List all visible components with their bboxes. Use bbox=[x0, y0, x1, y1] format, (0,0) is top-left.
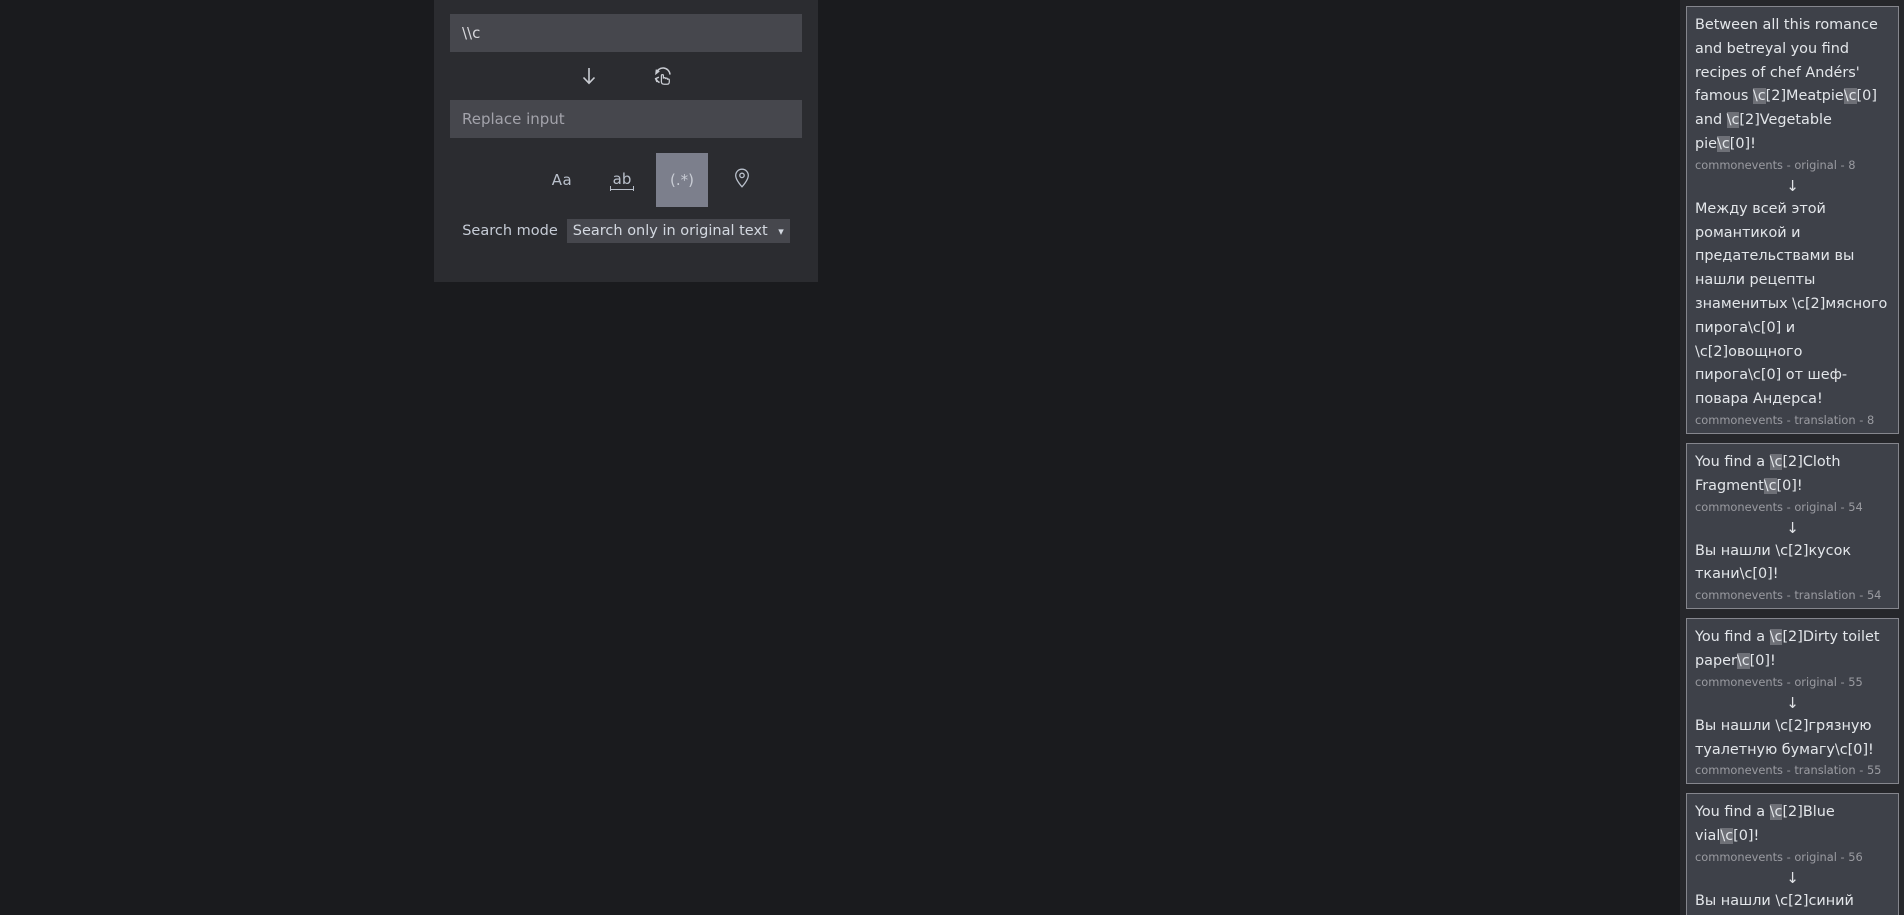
down-arrow-glyph: ↓ bbox=[1786, 868, 1799, 887]
search-replace-panel: Aa ab (.*) Search mode Search only in or… bbox=[434, 0, 818, 282]
segment-text-run: Вы нашли \c[2]кусок ткани\c[0]! bbox=[1695, 542, 1852, 583]
segment-text-run: Вы нашли \c[2]грязную туалетную бумагу\c… bbox=[1695, 717, 1874, 758]
search-match-highlight: \c bbox=[1769, 804, 1783, 821]
match-case-icon: Aa bbox=[551, 171, 573, 189]
translation-meta: commonevents - translation - 8 bbox=[1695, 412, 1875, 427]
search-mode-select-wrapper: Search only in original text ▾ bbox=[566, 219, 790, 243]
original-text[interactable]: You find a \c[2]Cloth Fragment\c[0]! bbox=[1695, 451, 1890, 499]
search-mode-select[interactable]: Search only in original text bbox=[566, 219, 790, 243]
search-location-toggle[interactable] bbox=[716, 153, 768, 207]
translation-meta: commonevents - translation - 54 bbox=[1695, 588, 1882, 603]
segment-text-run: You find a bbox=[1695, 453, 1770, 470]
segment-text-run: [0]! bbox=[1776, 477, 1803, 494]
segment-text-run: You find a bbox=[1695, 629, 1770, 646]
search-result-card[interactable]: You find a \c[2]Cloth Fragment\c[0]! comm… bbox=[1686, 442, 1899, 610]
search-match-highlight: \c bbox=[1736, 652, 1750, 669]
search-match-highlight: \c bbox=[1769, 629, 1783, 646]
regex-toggle[interactable]: (.*) bbox=[656, 153, 708, 207]
segment-text-run: [0]! bbox=[1729, 135, 1756, 152]
match-case-toggle[interactable]: Aa bbox=[536, 153, 588, 207]
original-meta: commonevents - original - 54 bbox=[1695, 499, 1863, 514]
search-mode-label: Search mode bbox=[462, 223, 558, 239]
results-scrollbar[interactable] bbox=[1899, 0, 1904, 915]
whole-word-icon: ab bbox=[609, 170, 635, 191]
translation-arrow-icon: ↓ bbox=[1695, 175, 1890, 197]
segment-text-run: [2]Meatpie bbox=[1765, 88, 1844, 105]
search-match-highlight: \c bbox=[1720, 828, 1734, 845]
translation-arrow-icon: ↓ bbox=[1695, 517, 1890, 539]
translation-text[interactable]: Вы нашли \c[2]синий флакон\c[0]! bbox=[1695, 890, 1890, 915]
search-result-card[interactable]: You find a \c[2]Dirty toilet paper\c[0]!… bbox=[1686, 618, 1899, 785]
search-options-row: Aa ab (.*) bbox=[450, 153, 802, 207]
search-result-card[interactable]: You find a \c[2]Blue vial\c[0]! commoneve… bbox=[1686, 793, 1899, 915]
search-input[interactable] bbox=[450, 14, 802, 52]
whole-word-toggle[interactable]: ab bbox=[596, 153, 648, 207]
search-match-highlight: \c bbox=[1843, 88, 1857, 105]
original-meta: commonevents - original - 8 bbox=[1695, 157, 1856, 172]
segment-text-run: You find a bbox=[1695, 804, 1770, 821]
down-arrow-glyph: ↓ bbox=[1786, 518, 1799, 537]
translation-text[interactable]: Между всей этой романтикой и предательст… bbox=[1695, 198, 1890, 412]
replace-next-button[interactable] bbox=[574, 61, 604, 91]
original-text[interactable]: Between all this romance and betreyal yo… bbox=[1695, 14, 1890, 157]
search-match-highlight: \c bbox=[1763, 477, 1777, 494]
down-arrow-icon bbox=[578, 65, 600, 87]
segment-text-run: Между всей этой романтикой и предательст… bbox=[1695, 200, 1888, 408]
segment-text-run: [0]! bbox=[1733, 828, 1760, 845]
original-text[interactable]: You find a \c[2]Dirty toilet paper\c[0]! bbox=[1695, 626, 1890, 674]
search-results-panel[interactable]: Between all this romance and betreyal yo… bbox=[1680, 0, 1904, 915]
translation-meta: commonevents - translation - 55 bbox=[1695, 763, 1882, 778]
segment-text-run: [0]! bbox=[1749, 652, 1776, 669]
replace-all-hand-icon bbox=[651, 64, 675, 88]
search-input-wrapper bbox=[450, 14, 802, 52]
search-results-list: Between all this romance and betreyal yo… bbox=[1686, 6, 1899, 915]
original-text[interactable]: You find a \c[2]Blue vial\c[0]! bbox=[1695, 801, 1890, 849]
down-arrow-glyph: ↓ bbox=[1786, 693, 1799, 712]
replace-input-wrapper bbox=[450, 100, 802, 138]
search-match-highlight: \c bbox=[1752, 88, 1766, 105]
translation-text[interactable]: Вы нашли \c[2]грязную туалетную бумагу\c… bbox=[1695, 715, 1890, 763]
search-result-card[interactable]: Between all this romance and betreyal yo… bbox=[1686, 6, 1899, 434]
segment-text-run: Вы нашли \c[2]синий флакон\c[0]! bbox=[1695, 892, 1854, 909]
down-arrow-glyph: ↓ bbox=[1786, 176, 1799, 195]
replace-all-button[interactable] bbox=[648, 61, 678, 91]
replace-input[interactable] bbox=[450, 100, 802, 138]
search-action-row bbox=[450, 52, 802, 100]
translation-text[interactable]: Вы нашли \c[2]кусок ткани\c[0]! bbox=[1695, 540, 1890, 588]
translation-arrow-icon: ↓ bbox=[1695, 692, 1890, 714]
search-match-highlight: \c bbox=[1717, 135, 1730, 152]
original-meta: commonevents - original - 56 bbox=[1695, 849, 1863, 864]
translation-arrow-icon: ↓ bbox=[1695, 867, 1890, 889]
search-match-highlight: \c bbox=[1726, 112, 1740, 129]
regex-icon: (.*) bbox=[670, 171, 694, 189]
original-meta: commonevents - original - 55 bbox=[1695, 674, 1863, 689]
search-match-highlight: \c bbox=[1769, 453, 1783, 470]
search-mode-row: Search mode Search only in original text… bbox=[450, 213, 802, 249]
location-pin-icon bbox=[732, 167, 752, 193]
